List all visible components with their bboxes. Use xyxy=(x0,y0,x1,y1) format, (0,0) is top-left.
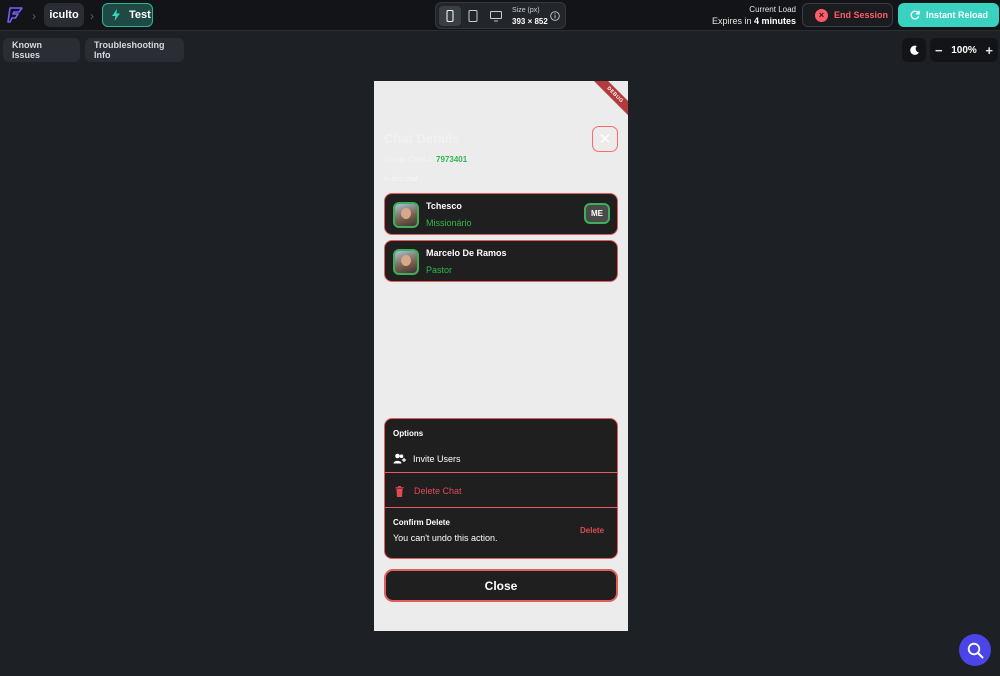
expires-prefix: Expires in xyxy=(711,16,752,26)
session-expiry: Expires in 4 minutes xyxy=(712,16,796,26)
refresh-icon xyxy=(910,10,920,20)
add-user-icon xyxy=(393,453,406,464)
delete-chat-button[interactable]: Delete Chat xyxy=(385,475,617,507)
end-session-button[interactable]: × End Session xyxy=(802,3,893,27)
group-chat-label: Group Chat # xyxy=(384,155,433,164)
known-issues-button[interactable]: Known Issues xyxy=(3,38,80,62)
moon-icon xyxy=(909,45,919,55)
desktop-icon xyxy=(490,11,502,22)
device-phone-button[interactable] xyxy=(439,6,461,26)
troubleshooting-info-button[interactable]: Troubleshooting Info xyxy=(85,38,184,62)
instant-reload-button[interactable]: Instant Reload xyxy=(898,3,999,27)
invite-users-button[interactable]: Invite Users xyxy=(385,445,617,472)
project-name-pill[interactable]: iculto xyxy=(44,3,84,27)
chevron-right-icon: › xyxy=(32,9,36,23)
member-role: Pastor xyxy=(426,265,453,275)
page-title: Chat Details xyxy=(384,131,460,146)
confirm-delete-text: You can't undo this action. xyxy=(393,533,498,543)
close-icon-button[interactable]: ✕ xyxy=(592,126,618,152)
delete-chat-label: Delete Chat xyxy=(414,486,462,496)
debug-banner: DEBUG xyxy=(589,81,628,121)
member-card[interactable]: Marcelo De Ramos Pastor xyxy=(384,240,618,282)
device-selector: Size (px) 393 × 852 xyxy=(435,2,566,29)
instant-reload-label: Instant Reload xyxy=(926,10,989,20)
confirm-delete-button[interactable]: Delete xyxy=(580,526,604,535)
member-name: Tchesco xyxy=(426,201,462,211)
member-role: Missionário xyxy=(426,218,472,228)
test-mode-button[interactable]: Test xyxy=(102,3,153,27)
close-circle-icon: × xyxy=(815,8,828,22)
device-desktop-button[interactable] xyxy=(485,6,507,26)
size-label: Size (px) xyxy=(512,7,540,14)
theme-toggle-button[interactable] xyxy=(902,38,926,62)
test-mode-label: Test xyxy=(129,9,151,21)
options-title: Options xyxy=(393,429,424,438)
info-icon[interactable] xyxy=(550,11,560,21)
close-button[interactable]: Close xyxy=(384,569,618,602)
lightning-icon xyxy=(112,9,120,21)
chevron-right-icon: › xyxy=(90,9,94,23)
top-toolbar: › iculto › Test Size (px) 393 × 852 Curr… xyxy=(0,0,1000,31)
zoom-out-button[interactable]: − xyxy=(935,43,943,58)
me-badge: ME xyxy=(584,203,610,224)
trash-icon xyxy=(395,485,404,497)
search-icon xyxy=(967,642,983,658)
tablet-icon xyxy=(468,10,478,22)
group-chat-id: 7973401 xyxy=(436,155,468,164)
in-chat-label: In this chat xyxy=(384,176,418,183)
zoom-control: − 100% + xyxy=(930,38,998,62)
size-value: 393 × 852 xyxy=(512,17,548,26)
phone-icon xyxy=(446,10,454,22)
phone-preview: DEBUG Chat Details ✕ Group Chat #7973401… xyxy=(374,81,628,631)
avatar xyxy=(393,249,419,275)
close-icon: ✕ xyxy=(598,131,612,148)
divider xyxy=(385,472,617,473)
expires-value: 4 minutes xyxy=(753,16,796,26)
options-panel: Options Invite Users Delete Chat Confirm… xyxy=(384,418,618,559)
divider xyxy=(385,507,617,508)
zoom-level: 100% xyxy=(951,44,977,56)
zoom-in-button[interactable]: + xyxy=(985,43,993,58)
flutterflow-logo-icon[interactable] xyxy=(6,6,24,24)
confirm-delete-title: Confirm Delete xyxy=(393,518,450,527)
group-chat-info: Group Chat #7973401 xyxy=(384,155,467,164)
end-session-label: End Session xyxy=(834,10,889,20)
avatar xyxy=(393,202,419,228)
current-load-label: Current Load xyxy=(749,5,796,14)
member-card[interactable]: Tchesco Missionário ME xyxy=(384,193,618,235)
member-name: Marcelo De Ramos xyxy=(426,248,507,258)
invite-users-label: Invite Users xyxy=(413,453,461,464)
device-tablet-button[interactable] xyxy=(462,6,484,26)
search-fab-button[interactable] xyxy=(959,634,991,666)
